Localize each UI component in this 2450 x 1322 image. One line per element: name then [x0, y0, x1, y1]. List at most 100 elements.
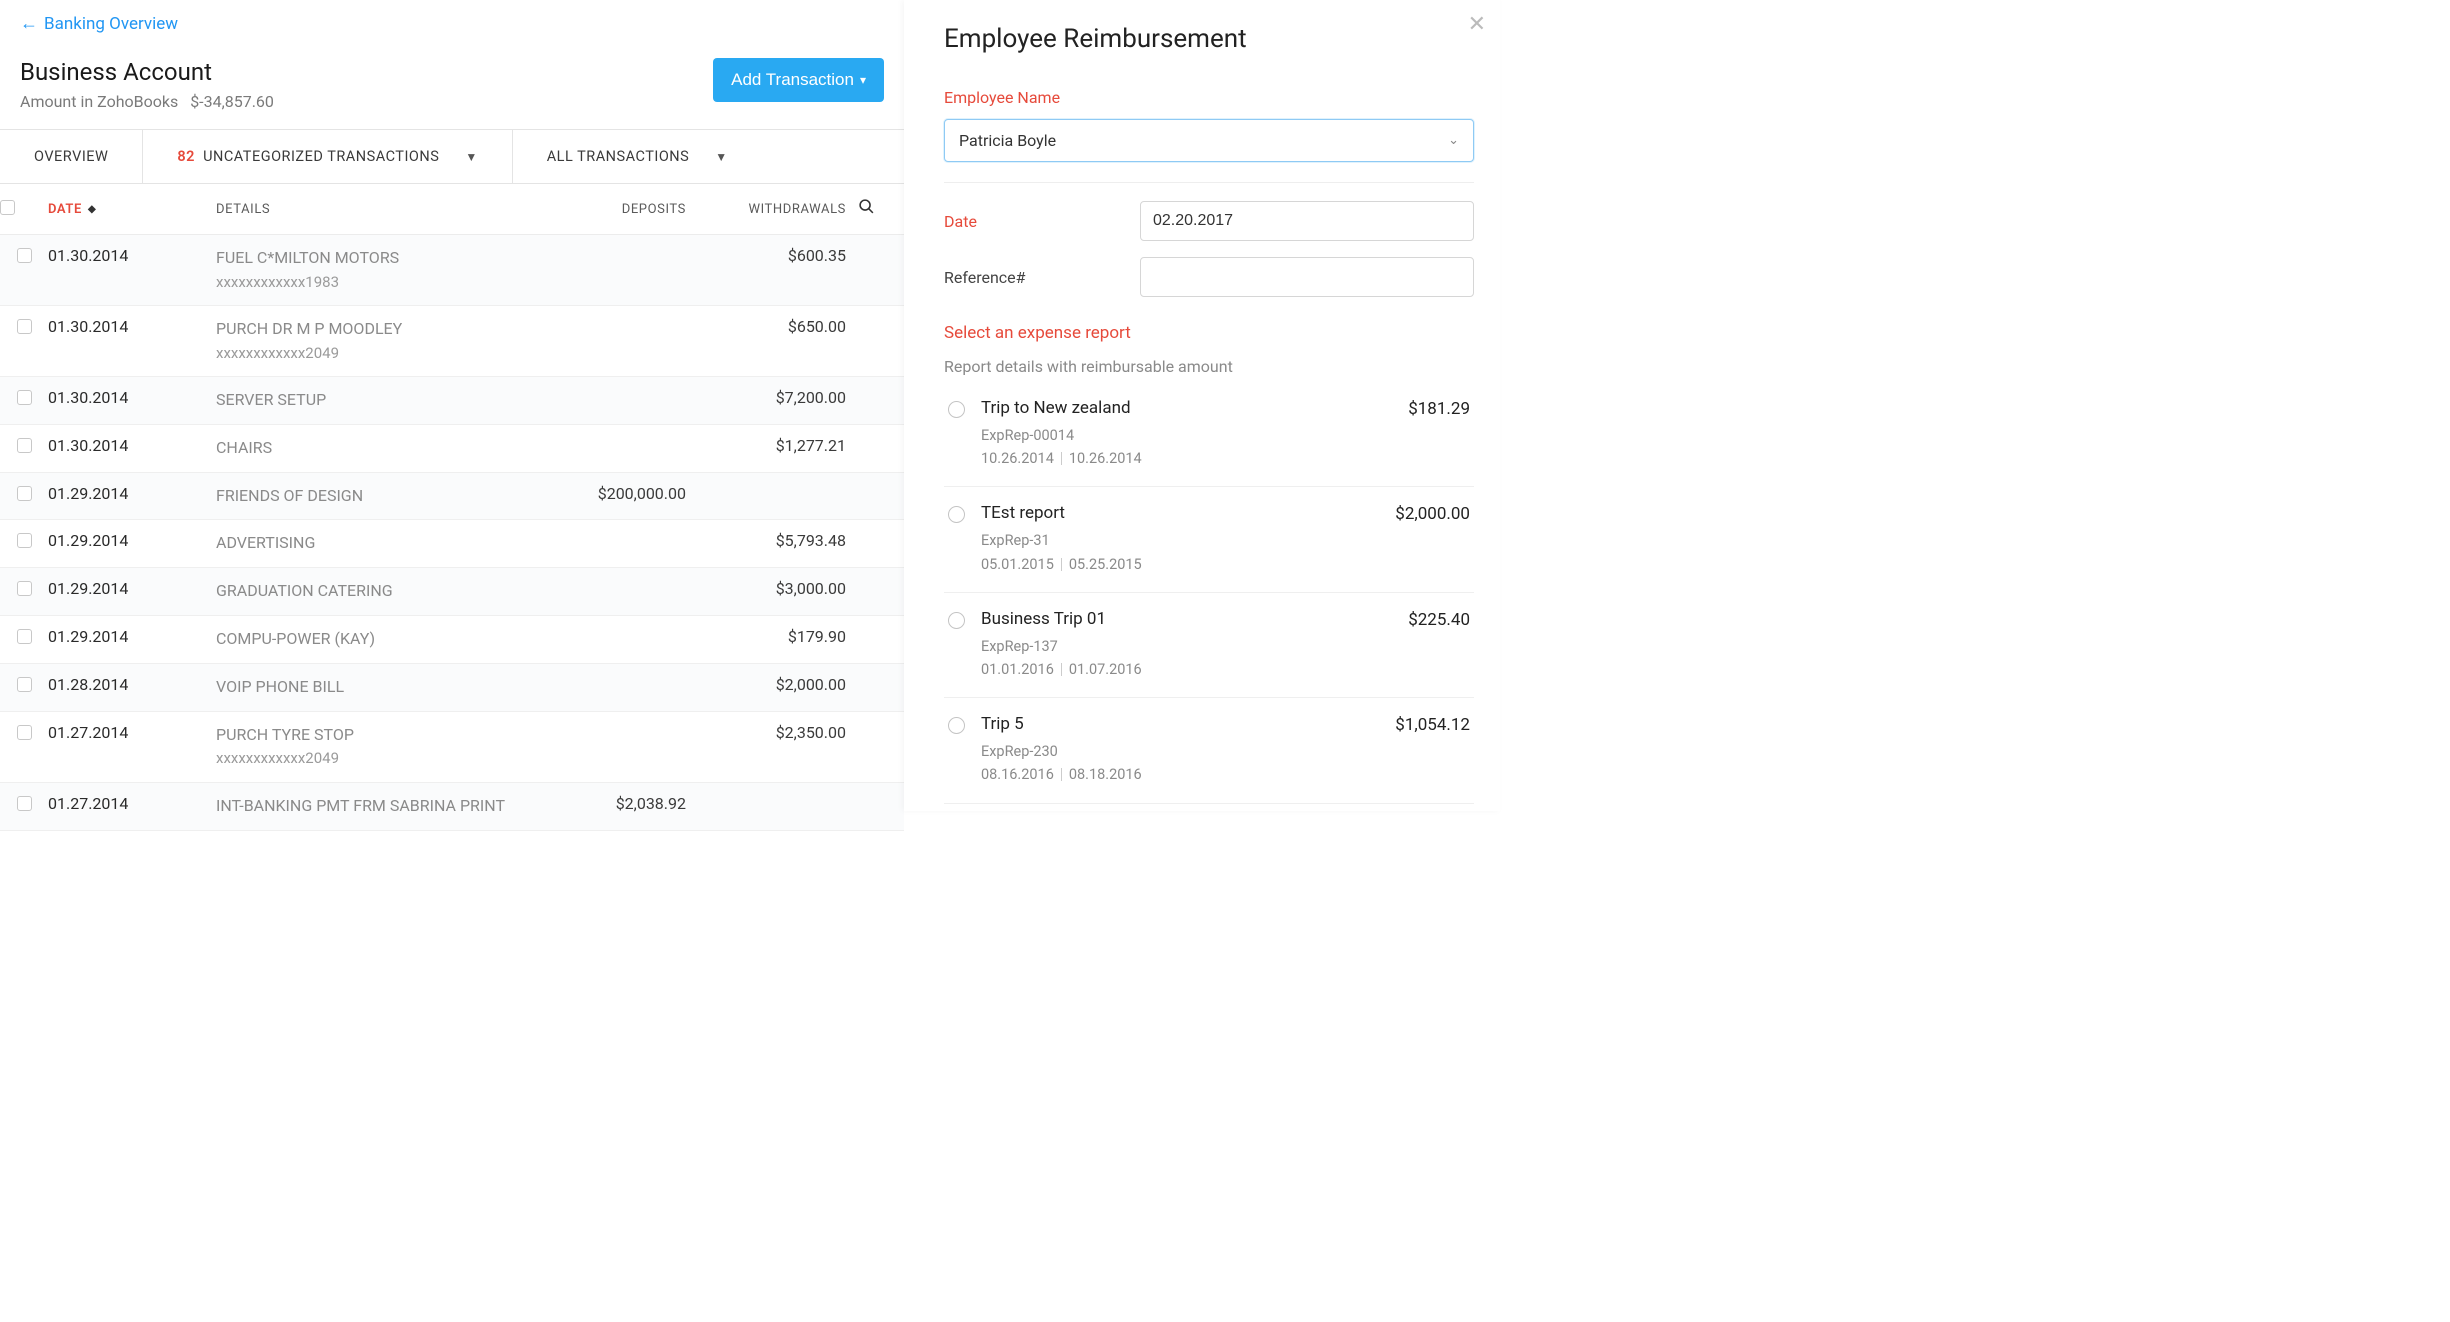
row-date: 01.29.2014: [48, 579, 216, 598]
report-amount: $2,000.00: [1395, 503, 1470, 524]
row-withdrawals: $179.90: [686, 627, 846, 646]
sort-icon: ◆: [88, 204, 96, 215]
table-row[interactable]: 01.30.2014FUEL C*MILTON MOTORSxxxxxxxxxx…: [0, 235, 904, 306]
row-details: FUEL C*MILTON MOTORSxxxxxxxxxxxx1983: [216, 246, 516, 294]
row-withdrawals: $650.00: [686, 317, 846, 336]
row-details: GRADUATION CATERING: [216, 579, 516, 604]
divider: [944, 182, 1474, 183]
row-deposits: $2,038.92: [516, 794, 686, 813]
report-title: Trip to New zealand: [981, 398, 1392, 418]
table-row[interactable]: 01.29.2014COMPU-POWER (KAY)$179.90: [0, 616, 904, 664]
chevron-down-icon: ⌄: [1448, 133, 1459, 148]
tab-uncategorized[interactable]: 82 UNCATEGORIZED TRANSACTIONS ▼: [143, 130, 512, 183]
report-sub: ExpRep-23008.16.201608.18.2016: [981, 740, 1379, 786]
transactions-pane: ← Banking Overview Business Account Amou…: [0, 0, 904, 811]
table-header: DATE ◆ DETAILS DEPOSITS WITHDRAWALS: [0, 184, 904, 235]
row-checkbox[interactable]: [0, 723, 48, 740]
table-row[interactable]: 01.30.2014SERVER SETUP$7,200.00: [0, 377, 904, 425]
caret-down-icon: ▾: [860, 73, 866, 87]
report-amount: $181.29: [1408, 398, 1470, 419]
column-date[interactable]: DATE ◆: [48, 202, 216, 217]
reimbursement-panel: ✕ Employee Reimbursement Employee Name P…: [904, 0, 1500, 811]
table-row[interactable]: 01.28.2014VOIP PHONE BILL$2,000.00: [0, 664, 904, 712]
report-sub: ExpRep-13701.01.201601.07.2016: [981, 635, 1392, 681]
row-checkbox[interactable]: [0, 388, 48, 405]
row-checkbox[interactable]: [0, 436, 48, 453]
select-expense-report-label: Select an expense report: [944, 323, 1474, 343]
breadcrumb[interactable]: ← Banking Overview: [0, 0, 904, 42]
report-item[interactable]: Trip 5ExpRep-23008.16.201608.18.2016$1,0…: [944, 698, 1474, 803]
employee-select-value: Patricia Boyle: [959, 131, 1056, 150]
report-amount: $225.40: [1408, 609, 1470, 630]
report-item[interactable]: Trip to New zealandExpRep-0001410.26.201…: [944, 382, 1474, 487]
table-row[interactable]: 01.29.2014ADVERTISING$5,793.48: [0, 520, 904, 568]
row-withdrawals: $600.35: [686, 246, 846, 265]
row-details: PURCH DR M P MOODLEYxxxxxxxxxxxx2049: [216, 317, 516, 365]
date-input[interactable]: [1140, 201, 1474, 241]
page-title: Business Account: [20, 58, 274, 86]
row-checkbox[interactable]: [0, 246, 48, 263]
table-row[interactable]: 01.29.2014FRIENDS OF DESIGN$200,000.00: [0, 473, 904, 521]
table-row[interactable]: 01.29.2014GRADUATION CATERING$3,000.00: [0, 568, 904, 616]
column-details[interactable]: DETAILS: [216, 202, 516, 217]
row-details: COMPU-POWER (KAY): [216, 627, 516, 652]
row-checkbox[interactable]: [0, 579, 48, 596]
employee-select[interactable]: Patricia Boyle ⌄: [944, 119, 1474, 162]
table-row[interactable]: 01.27.2014PURCH TYRE STOPxxxxxxxxxxxx204…: [0, 712, 904, 783]
uncategorized-count: 82: [177, 148, 195, 165]
report-title: Trip 5: [981, 714, 1379, 734]
reference-input[interactable]: [1140, 257, 1474, 297]
add-transaction-label: Add Transaction: [731, 70, 854, 90]
column-deposits[interactable]: DEPOSITS: [516, 202, 686, 217]
row-date: 01.29.2014: [48, 484, 216, 503]
balance-label: Amount in ZohoBooks: [20, 92, 178, 111]
report-radio[interactable]: [948, 506, 965, 523]
row-date: 01.30.2014: [48, 246, 216, 265]
table-row[interactable]: 01.30.2014PURCH DR M P MOODLEYxxxxxxxxxx…: [0, 306, 904, 377]
caret-down-icon[interactable]: ▼: [715, 150, 727, 164]
report-radio[interactable]: [948, 401, 965, 418]
row-date: 01.27.2014: [48, 723, 216, 742]
row-checkbox[interactable]: [0, 484, 48, 501]
select-all-checkbox[interactable]: [0, 200, 48, 219]
account-balance-line: Amount in ZohoBooks $-34,857.60: [20, 92, 274, 111]
search-icon[interactable]: [846, 198, 886, 220]
caret-down-icon[interactable]: ▼: [465, 150, 477, 164]
row-date: 01.30.2014: [48, 317, 216, 336]
report-radio[interactable]: [948, 717, 965, 734]
row-checkbox[interactable]: [0, 531, 48, 548]
tab-overview[interactable]: OVERVIEW: [0, 130, 143, 183]
report-radio[interactable]: [948, 612, 965, 629]
row-date: 01.30.2014: [48, 436, 216, 455]
employee-name-label: Employee Name: [944, 88, 1474, 107]
close-icon[interactable]: ✕: [1468, 12, 1486, 37]
row-checkbox[interactable]: [0, 794, 48, 811]
table-row[interactable]: 01.30.2014CHAIRS$1,277.21: [0, 425, 904, 473]
row-withdrawals: $5,793.48: [686, 531, 846, 550]
tab-overview-label: OVERVIEW: [34, 148, 108, 165]
row-checkbox[interactable]: [0, 317, 48, 334]
report-item[interactable]: TEst reportExpRep-3105.01.201505.25.2015…: [944, 487, 1474, 592]
table-row[interactable]: 01.27.2014INT-BANKING PMT FRM SABRINA PR…: [0, 783, 904, 831]
report-item[interactable]: Business Trip 01ExpRep-13701.01.201601.0…: [944, 593, 1474, 698]
row-details: INT-BANKING PMT FRM SABRINA PRINT: [216, 794, 516, 819]
row-checkbox[interactable]: [0, 675, 48, 692]
report-list: Trip to New zealandExpRep-0001410.26.201…: [944, 382, 1474, 804]
report-sub: ExpRep-3105.01.201505.25.2015: [981, 529, 1379, 575]
row-date: 01.27.2014: [48, 794, 216, 813]
tab-all-transactions[interactable]: ALL TRANSACTIONS ▼: [513, 130, 762, 183]
row-withdrawals: $1,277.21: [686, 436, 846, 455]
row-date: 01.30.2014: [48, 388, 216, 407]
row-checkbox[interactable]: [0, 627, 48, 644]
row-date: 01.28.2014: [48, 675, 216, 694]
date-label: Date: [944, 212, 1140, 231]
row-date: 01.29.2014: [48, 531, 216, 550]
row-details: PURCH TYRE STOPxxxxxxxxxxxx2049: [216, 723, 516, 771]
breadcrumb-link[interactable]: Banking Overview: [44, 14, 178, 34]
row-deposits: $200,000.00: [516, 484, 686, 503]
column-withdrawals[interactable]: WITHDRAWALS: [686, 202, 846, 217]
row-withdrawals: $2,350.00: [686, 723, 846, 742]
add-transaction-button[interactable]: Add Transaction ▾: [713, 58, 884, 102]
row-details: VOIP PHONE BILL: [216, 675, 516, 700]
tab-bar: OVERVIEW 82 UNCATEGORIZED TRANSACTIONS ▼…: [0, 129, 904, 184]
